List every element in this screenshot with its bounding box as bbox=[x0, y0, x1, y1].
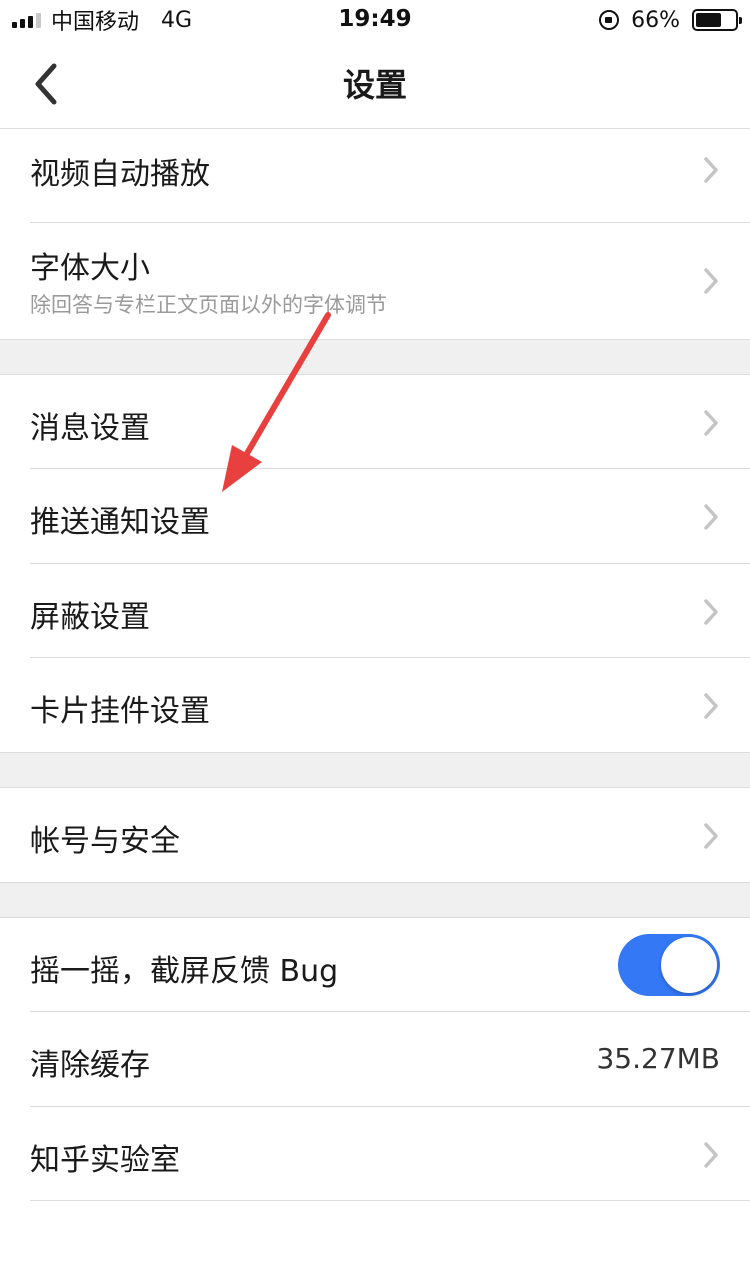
settings-item-label: 字体大小 bbox=[30, 251, 150, 286]
settings-item-message[interactable]: 消息设置 bbox=[0, 375, 750, 469]
page-title: 设置 bbox=[342, 66, 407, 104]
settings-item-partial[interactable] bbox=[0, 1201, 750, 1261]
section-gap bbox=[0, 752, 750, 788]
toggle-knob bbox=[661, 937, 717, 993]
section-gap bbox=[0, 882, 750, 918]
settings-item-font-size[interactable]: 字体大小 除回答与专栏正文页面以外的字体调节 bbox=[0, 223, 750, 339]
status-bar: 中国移动 4G 19:49 66% bbox=[0, 0, 750, 40]
chevron-right-icon bbox=[704, 599, 718, 625]
settings-item-push-notification[interactable]: 推送通知设置 bbox=[0, 469, 750, 564]
settings-item-lab[interactable]: 知乎实验室 bbox=[0, 1107, 750, 1201]
settings-item-label: 卡片挂件设置 bbox=[30, 694, 210, 729]
settings-item-description: 除回答与专栏正文页面以外的字体调节 bbox=[30, 293, 387, 317]
settings-item-video-autoplay[interactable]: 视频自动播放 bbox=[0, 129, 750, 223]
chevron-right-icon bbox=[704, 504, 718, 530]
settings-item-label: 屏蔽设置 bbox=[30, 600, 150, 635]
settings-item-account-security[interactable]: 帐号与安全 bbox=[0, 788, 750, 882]
settings-item-widget[interactable]: 卡片挂件设置 bbox=[0, 658, 750, 752]
settings-item-label: 摇一摇，截屏反馈 Bug bbox=[30, 954, 339, 989]
cache-size-value: 35.27MB bbox=[596, 1042, 720, 1075]
settings-item-label: 帐号与安全 bbox=[30, 824, 180, 859]
settings-item-block[interactable]: 屏蔽设置 bbox=[0, 564, 750, 658]
settings-list: 视频自动播放 字体大小 除回答与专栏正文页面以外的字体调节 消息设置 推送通知设… bbox=[0, 129, 750, 1261]
shake-feedback-toggle[interactable] bbox=[618, 934, 720, 996]
chevron-right-icon bbox=[704, 823, 718, 849]
settings-item-label: 推送通知设置 bbox=[30, 505, 210, 540]
rotation-lock-icon bbox=[599, 10, 620, 30]
settings-item-shake-feedback: 摇一摇，截屏反馈 Bug bbox=[0, 918, 750, 1012]
chevron-right-icon bbox=[704, 693, 718, 719]
settings-item-label: 知乎实验室 bbox=[30, 1143, 180, 1178]
settings-item-clear-cache[interactable]: 清除缓存 35.27MB bbox=[0, 1012, 750, 1107]
chevron-right-icon bbox=[704, 268, 718, 294]
battery-icon bbox=[692, 9, 742, 31]
navigation-bar: 设置 bbox=[0, 40, 750, 129]
settings-item-label: 消息设置 bbox=[30, 411, 150, 446]
settings-item-label: 视频自动播放 bbox=[30, 157, 210, 192]
chevron-right-icon bbox=[704, 410, 718, 436]
settings-item-label: 清除缓存 bbox=[30, 1048, 150, 1083]
section-gap bbox=[0, 339, 750, 375]
status-right: 66% bbox=[599, 6, 742, 34]
chevron-right-icon bbox=[704, 1142, 718, 1168]
battery-percent: 66% bbox=[631, 7, 680, 33]
chevron-right-icon bbox=[704, 157, 718, 183]
